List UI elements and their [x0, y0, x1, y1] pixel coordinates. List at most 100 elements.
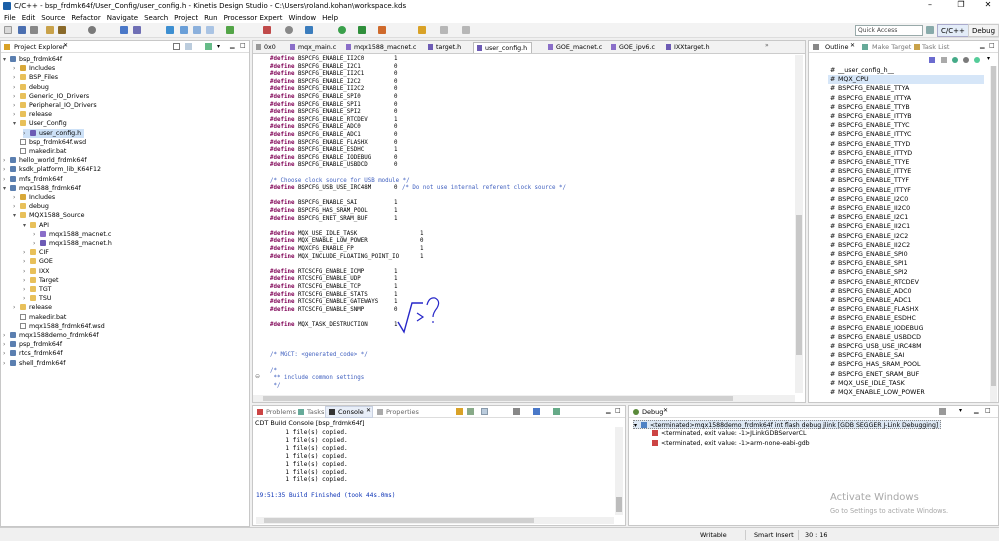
outline-item[interactable]: # BSPCFG_ENABLE_SPI0 [828, 250, 984, 259]
editor-tab[interactable]: GOE_macnet.c [545, 42, 606, 53]
maximize-button[interactable]: ❐ [951, 0, 971, 9]
menu-help[interactable]: Help [322, 14, 338, 22]
tree-toggle-icon[interactable]: › [23, 257, 30, 266]
maximize-debug-icon[interactable]: □ [985, 407, 991, 414]
link-with-editor-icon[interactable] [185, 43, 192, 50]
outline-item[interactable]: # BSPCFG_ENABLE_IODEBUG [828, 324, 984, 333]
outline-item[interactable]: # BSPCFG_ENABLE_I2C1 [828, 213, 984, 222]
tree-toggle-icon[interactable]: › [13, 92, 20, 101]
menu-window[interactable]: Window [288, 14, 316, 22]
open-type-icon[interactable] [226, 26, 234, 34]
tree-toggle-icon[interactable]: › [3, 165, 10, 174]
outline-item[interactable]: # BSPCFG_ENABLE_I2C2 [828, 232, 984, 241]
tree-toggle-icon[interactable]: › [13, 83, 20, 92]
problems-tab[interactable]: Problems [266, 406, 296, 418]
outline-item[interactable]: # BSPCFG_ENABLE_SPI2 [828, 268, 984, 277]
tree-item[interactable]: mqx1588_frdmk64f.wsd [13, 322, 108, 331]
editor-hscroll-thumb[interactable] [263, 396, 733, 401]
hide-fields-icon[interactable] [941, 57, 947, 63]
tree-item[interactable]: › Includes [13, 193, 58, 202]
save-icon[interactable] [18, 26, 26, 34]
close-button[interactable]: ✕ [978, 0, 998, 9]
tree-item[interactable]: › hello_world_frdmk64f [3, 156, 90, 165]
tree-item[interactable]: ▾ User_Config [13, 119, 70, 128]
tree-item[interactable]: › TGT [23, 285, 54, 294]
tree-toggle-icon[interactable]: › [13, 193, 20, 202]
outline-item[interactable]: # BSPCFG_ENABLE_II2C0 [828, 204, 984, 213]
editor-tab[interactable]: mqx_main.c [287, 42, 340, 53]
menu-edit[interactable]: Edit [22, 14, 36, 22]
tree-toggle-icon[interactable]: › [3, 340, 10, 349]
minimize-console-icon[interactable]: ▁ [606, 407, 611, 414]
minimize-outline-icon[interactable]: ▁ [980, 42, 985, 49]
console-vscroll-thumb[interactable] [616, 497, 622, 512]
tree-item[interactable]: › Generic_IO_Drivers [13, 92, 92, 101]
editor-tab[interactable]: IXXtarget.h [663, 42, 714, 53]
maximize-outline-icon[interactable]: □ [989, 42, 995, 49]
tree-item[interactable]: › mqx1588demo_frdmk64f [3, 331, 102, 340]
new-file-icon[interactable] [180, 26, 188, 34]
menu-navigate[interactable]: Navigate [107, 14, 138, 22]
more-tabs-icon[interactable]: » [765, 42, 769, 49]
tree-toggle-icon[interactable]: › [3, 156, 10, 165]
console-hscroll-thumb[interactable] [264, 518, 534, 523]
forward-icon[interactable] [462, 26, 470, 34]
pe-icon[interactable] [305, 26, 313, 34]
tree-toggle-icon[interactable]: › [13, 73, 20, 82]
outline-item[interactable]: # BSPCFG_ENABLE_ADC0 [828, 287, 984, 296]
run-icon[interactable] [358, 26, 366, 34]
hide-static-icon[interactable] [952, 57, 958, 63]
tree-toggle-icon[interactable]: › [3, 349, 10, 358]
display-console-icon[interactable] [533, 408, 540, 415]
outline-item[interactable]: # BSPCFG_ENABLE_USBDCD [828, 333, 984, 342]
outline-item[interactable]: # BSPCFG_ENABLE_SPI1 [828, 259, 984, 268]
build-config-icon[interactable] [58, 26, 66, 34]
outline-item[interactable]: # BSPCFG_USB_USE_IRC48M [828, 342, 984, 351]
new-icon[interactable] [4, 26, 12, 34]
outline-item[interactable]: # BSPCFG_ENABLE_FLASHX [828, 305, 984, 314]
tree-item[interactable]: › debug [13, 202, 52, 211]
open-console-icon[interactable] [553, 408, 560, 415]
tree-toggle-icon[interactable]: ▾ [13, 119, 20, 128]
build-icon[interactable] [46, 26, 54, 34]
tree-item[interactable]: › rtcs_frdmk64f [3, 349, 66, 358]
outline-item[interactable]: # MQX_USE_IDLE_TASK [828, 379, 984, 388]
tree-toggle-icon[interactable]: ▾ [3, 184, 10, 193]
debug-menu-icon[interactable]: ▾ [959, 407, 962, 414]
outline-item[interactable]: # __user_config_h__ [828, 66, 984, 75]
editor-hscroll[interactable] [253, 395, 795, 402]
menu-source[interactable]: Source [41, 14, 65, 22]
tree-item[interactable]: › TSU [23, 294, 54, 303]
toggle-mark-icon[interactable] [120, 26, 128, 34]
outline-item[interactable]: # BSPCFG_ENABLE_II2C2 [828, 241, 984, 250]
open-perspective-icon[interactable] [926, 26, 934, 34]
debug-run-icon[interactable] [263, 26, 271, 34]
tree-toggle-icon[interactable]: › [3, 359, 10, 368]
debug-item[interactable]: <terminated, exit value: -1>arm-none-eab… [645, 439, 810, 448]
maximize-console-icon[interactable]: □ [615, 407, 621, 414]
tree-item[interactable]: › Includes [13, 64, 58, 73]
tree-toggle-icon[interactable]: › [13, 303, 20, 312]
tree-toggle-icon[interactable]: › [33, 230, 40, 239]
outline-item[interactable]: # BSPCFG_ENABLE_I2C0 [828, 195, 984, 204]
tree-item[interactable]: bsp_frdmk64f.wsd [13, 138, 89, 147]
task-list-tab[interactable]: Task List [922, 41, 949, 53]
external-tools-icon[interactable] [378, 26, 386, 34]
tree-toggle-icon[interactable]: › [13, 64, 20, 73]
outline-item[interactable]: # MQX_ENABLE_LOW_POWER [828, 388, 984, 397]
close-debug-icon[interactable]: ✕ [663, 407, 668, 414]
collapse-all-icon[interactable] [173, 43, 180, 50]
outline-item[interactable]: # BSPCFG_ENABLE_ADC1 [828, 296, 984, 305]
close-outline-icon[interactable]: ✕ [850, 42, 855, 49]
scroll-lock-icon[interactable] [456, 408, 463, 415]
tree-toggle-icon[interactable]: › [23, 267, 30, 276]
outline-menu-icon[interactable]: ▾ [987, 55, 990, 62]
editor-vscroll-thumb[interactable] [796, 215, 802, 355]
outline-item[interactable]: # BSPCFG_ENET_SRAM_BUF [828, 370, 984, 379]
outline-item[interactable]: # BSPCFG_ENABLE_TTYB [828, 103, 984, 112]
tree-item[interactable]: › shell_frdmk64f [3, 359, 69, 368]
tree-item[interactable]: › mfs_frdmk64f [3, 175, 65, 184]
view-menu-icon[interactable]: ▾ [217, 43, 220, 50]
console-vscroll[interactable] [615, 427, 623, 515]
console-hscroll[interactable] [256, 517, 614, 524]
